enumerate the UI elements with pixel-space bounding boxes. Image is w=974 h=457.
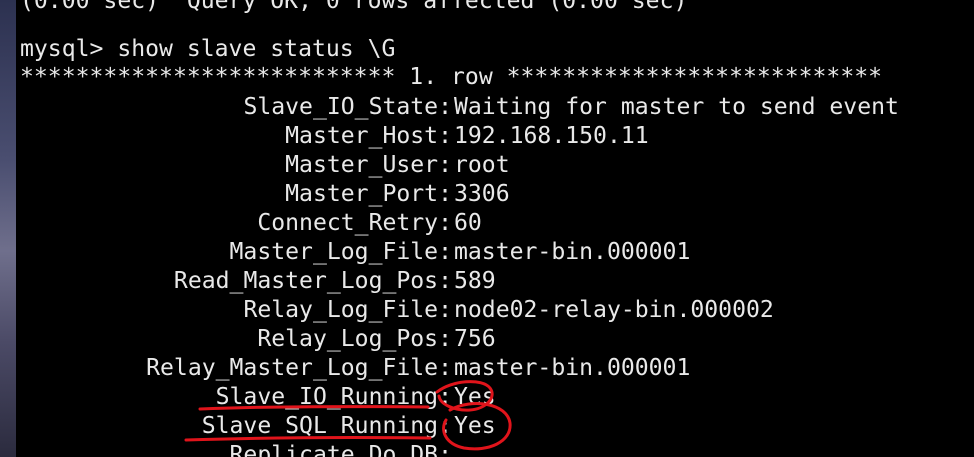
field-name: Master_Port — [285, 181, 439, 207]
command-line: mysql> show slave status \G — [20, 35, 395, 64]
field-row: Read_Master_Log_Pos: 589 — [173, 268, 496, 294]
field-row: Master_Host: 192.168.150.11 — [285, 123, 649, 149]
field-row: Connect_Retry: 60 — [257, 210, 482, 236]
field-value: Yes — [454, 413, 496, 439]
field-name: Master_Log_File — [229, 239, 439, 265]
field-name: Relay_Master_Log_File — [146, 355, 439, 381]
field-name: Read_Master_Log_Pos — [173, 268, 439, 294]
field-row: Relay_Log_File: node02-relay-bin.000002 — [243, 297, 774, 323]
field-value: root — [454, 152, 510, 178]
terminal-window[interactable]: (0.00 sec) Query OK, 0 rows affected (0.… — [16, 0, 974, 457]
field-row: Relay_Master_Log_File: master-bin.000001 — [146, 355, 691, 381]
field-value: master-bin.000001 — [454, 239, 691, 265]
field-name: Master_User — [285, 152, 439, 178]
field-row: Slave_IO_Running: Yes — [215, 384, 496, 410]
field-name: Relay_Log_File — [243, 297, 439, 323]
command-text: show slave status \G — [117, 36, 396, 62]
field-value: Yes — [454, 384, 496, 410]
field-row: Master_User: root — [285, 152, 510, 178]
field-row: Master_Port: 3306 — [285, 181, 510, 207]
desktop-background-strip — [0, 0, 16, 457]
field-name: Connect_Retry — [257, 210, 439, 236]
field-row: Slave_IO_State: Waiting for master to se… — [243, 94, 899, 120]
screen: (0.00 sec) Query OK, 0 rows affected (0.… — [0, 0, 974, 457]
field-name: Replicate_Do_DB — [229, 442, 439, 457]
field-name: Slave_IO_Running — [215, 384, 439, 410]
field-row: Relay_Log_Pos: 756 — [257, 326, 496, 352]
field-value: 192.168.150.11 — [454, 123, 649, 149]
field-value: 3306 — [454, 181, 510, 207]
field-name: Master_Host — [285, 123, 439, 149]
field-name: Slave_SQL_Running — [201, 413, 439, 439]
field-name: Relay_Log_Pos — [257, 326, 439, 352]
field-value: master-bin.000001 — [454, 355, 691, 381]
field-row: Master_Log_File: master-bin.000001 — [229, 239, 691, 265]
field-row: Slave_SQL_Running: Yes — [201, 413, 496, 439]
field-value: 589 — [454, 268, 496, 294]
field-value: 60 — [454, 210, 482, 236]
field-value: node02-relay-bin.000002 — [454, 297, 774, 323]
mysql-prompt: mysql> — [20, 36, 104, 62]
row-separator: *************************** 1. row *****… — [20, 64, 883, 90]
field-name: Slave_IO_State — [243, 94, 439, 120]
field-value: 756 — [454, 326, 496, 352]
previous-output-line: (0.00 sec) Query OK, 0 rows affected (0.… — [20, 0, 688, 14]
field-row: Replicate_Do_DB: — [16, 441, 974, 457]
field-value: Waiting for master to send event — [454, 94, 899, 120]
